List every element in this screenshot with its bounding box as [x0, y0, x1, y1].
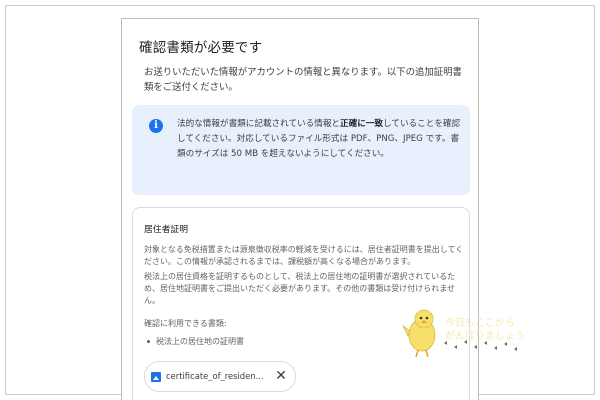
watermark-line-1: 今日もここから	[445, 318, 515, 329]
card-paragraph-2: 税法上の居住資格を証明するものとして、税法上の居住地の証明書が選択されているため…	[144, 272, 456, 305]
watermark-line-2: がんばりましょう	[445, 331, 525, 342]
watermark-text: 今日もここから がんばりましょう	[445, 317, 525, 343]
dialog-title: 確認書類が必要です	[139, 40, 263, 56]
chick-leg	[415, 349, 419, 358]
card-title: 居住者証明	[144, 225, 188, 235]
image-file-icon	[151, 372, 161, 382]
card-paragraph-1: 対象となる免税措置または源泉徴収税率の軽減を受けるには、居住者証明書を提出してく…	[144, 245, 464, 266]
info-banner-text: 法的な情報が書類に記載されている情報と正確に一致していることを確認してください。…	[177, 117, 465, 162]
info-icon: i	[149, 119, 163, 133]
accepted-document-label: 税法上の居住地の証明書	[156, 337, 244, 346]
attachment-chip[interactable]: certificate_of_residen... ✕	[144, 361, 296, 392]
chick-eye	[425, 316, 429, 320]
chick-wing	[402, 325, 411, 337]
info-text-emphasis: 正確に一致	[340, 119, 384, 129]
info-banner: i 法的な情報が書類に記載されている情報と正確に一致していることを確認してくださ…	[132, 105, 470, 195]
info-text-part1: 法的な情報が書類に記載されている情報と	[177, 119, 341, 129]
attachment-file-name: certificate_of_residen...	[166, 371, 264, 381]
chick-eye	[419, 316, 423, 320]
dialog-intro-text: お送りいただいた情報がアカウントの情報と異なります。以下の追加証明書類をご送付く…	[144, 67, 462, 93]
chick-leg	[425, 349, 429, 358]
residency-proof-card: 居住者証明 対象となる免税措置または源泉徴収税率の軽減を受けるには、居住者証明書…	[132, 207, 470, 400]
chick-head	[414, 309, 434, 329]
bullet-icon	[147, 340, 150, 343]
accepted-document-item: 税法上の居住地の証明書	[147, 336, 244, 347]
close-icon[interactable]: ✕	[272, 367, 290, 385]
